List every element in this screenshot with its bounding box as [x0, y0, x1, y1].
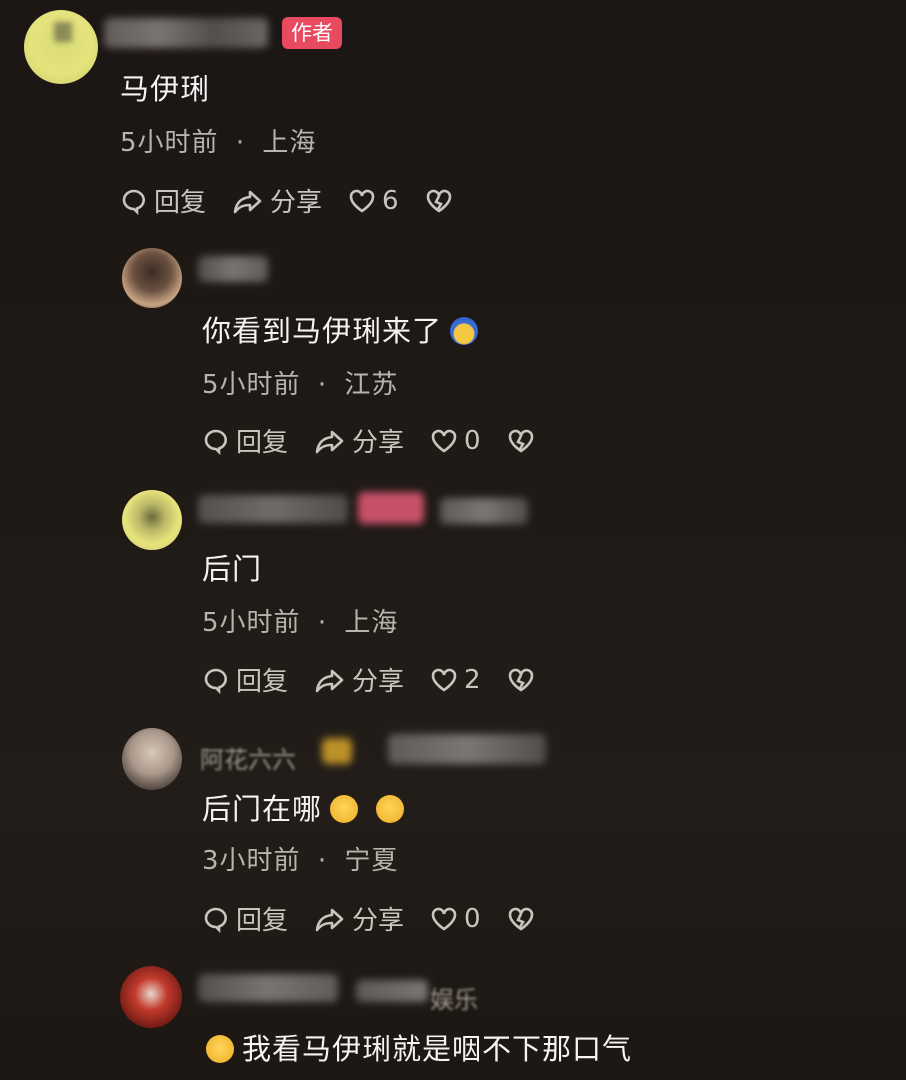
username-suffix: 娱乐	[430, 986, 478, 1014]
emoji-icon	[206, 1035, 234, 1063]
dislike-button[interactable]	[507, 667, 541, 693]
reply-label: 回复	[236, 667, 289, 697]
comment-location: 上海	[262, 128, 317, 158]
share-label: 分享	[270, 188, 323, 218]
comment-location: 上海	[344, 608, 399, 638]
comment-meta: 5小时前 · 上海	[120, 122, 316, 159]
avatar[interactable]	[122, 248, 182, 308]
meta-separator: ·	[235, 128, 246, 158]
user-badge-blurred	[358, 492, 424, 524]
reply-button[interactable]: 回复	[202, 661, 288, 698]
user-badge-blurred	[322, 738, 352, 764]
emoji-icon	[450, 317, 479, 345]
dislike-button[interactable]	[507, 428, 541, 454]
comment-location: 宁夏	[344, 846, 399, 876]
avatar[interactable]	[122, 728, 182, 790]
emoji-icon	[376, 795, 405, 823]
like-button[interactable]: 0	[430, 904, 481, 934]
heart-icon	[431, 668, 457, 692]
comment-meta: 5小时前 · 江苏	[202, 364, 398, 401]
username-blurred[interactable]	[198, 495, 348, 523]
meta-separator: ·	[317, 370, 328, 400]
reply-label: 回复	[154, 188, 207, 218]
reply-label: 回复	[236, 428, 289, 458]
reply-label: 回复	[236, 906, 289, 936]
like-button[interactable]: 6	[348, 186, 399, 216]
comment-time: 5小时前	[120, 128, 219, 158]
author-badge: 作者	[282, 17, 342, 49]
share-arrow-icon	[233, 190, 262, 213]
username-blurred[interactable]	[198, 974, 338, 1002]
meta-separator: ·	[317, 608, 328, 638]
share-button[interactable]: 分享	[314, 900, 404, 937]
reply-button[interactable]: 回复	[120, 182, 206, 219]
share-arrow-icon	[315, 908, 344, 931]
like-count: 0	[464, 425, 481, 456]
dislike-button[interactable]	[507, 906, 541, 932]
heart-icon	[431, 429, 457, 453]
comment-time: 5小时前	[202, 608, 301, 638]
comment-bubble-icon	[122, 189, 146, 215]
broken-heart-icon	[426, 189, 451, 213]
comment-location: 江苏	[344, 370, 399, 400]
share-arrow-icon	[315, 430, 344, 453]
username-blurred[interactable]	[198, 256, 268, 282]
meta-separator: ·	[317, 846, 328, 876]
like-count: 6	[382, 185, 399, 216]
avatar[interactable]	[122, 490, 182, 550]
comment-actions: 回复 分享 2	[202, 661, 567, 698]
broken-heart-icon	[508, 907, 533, 931]
share-label: 分享	[352, 667, 405, 697]
comment-bubble-icon	[204, 668, 228, 694]
comment-meta: 5小时前 · 上海	[202, 602, 398, 639]
username-mid-blurred	[356, 980, 428, 1002]
heart-icon	[431, 907, 457, 931]
share-label: 分享	[352, 428, 405, 458]
like-button[interactable]: 2	[430, 665, 481, 695]
avatar[interactable]	[24, 10, 98, 84]
comment-time: 3小时前	[202, 846, 301, 876]
comment-actions: 回复 分享 6	[120, 182, 485, 219]
reply-button[interactable]: 回复	[202, 900, 288, 937]
broken-heart-icon	[508, 668, 533, 692]
comment-meta: 3小时前 · 宁夏	[202, 840, 398, 877]
share-button[interactable]: 分享	[314, 661, 404, 698]
username-blurred[interactable]	[104, 18, 268, 48]
comment-actions: 回复 分享 0	[202, 900, 567, 937]
username[interactable]: 阿花六六	[200, 740, 296, 775]
reply-button[interactable]: 回复	[202, 422, 288, 459]
comment-time: 5小时前	[202, 370, 301, 400]
comment-bubble-icon	[204, 429, 228, 455]
like-count: 2	[464, 664, 481, 695]
comment-text: 我看马伊琍就是咽不下那口气	[206, 1026, 632, 1068]
like-count: 0	[464, 903, 481, 934]
comment-text: 你看到马伊琍来了	[202, 308, 479, 350]
share-button[interactable]: 分享	[314, 422, 404, 459]
share-arrow-icon	[315, 669, 344, 692]
emoji-icon	[330, 795, 359, 823]
comment-text: 后门在哪	[202, 786, 405, 828]
broken-heart-icon	[508, 429, 533, 453]
like-button[interactable]: 0	[430, 426, 481, 456]
heart-icon	[349, 189, 375, 213]
avatar[interactable]	[120, 966, 182, 1028]
dislike-button[interactable]	[425, 188, 459, 214]
username-suffix-blurred	[440, 498, 528, 524]
username-suffix-blurred	[388, 734, 546, 764]
comment-text: 马伊琍	[120, 72, 211, 106]
share-button[interactable]: 分享	[232, 182, 322, 219]
comment-text: 后门	[202, 552, 263, 586]
comment-bubble-icon	[204, 907, 228, 933]
comment-actions: 回复 分享 0	[202, 422, 567, 459]
share-label: 分享	[352, 906, 405, 936]
